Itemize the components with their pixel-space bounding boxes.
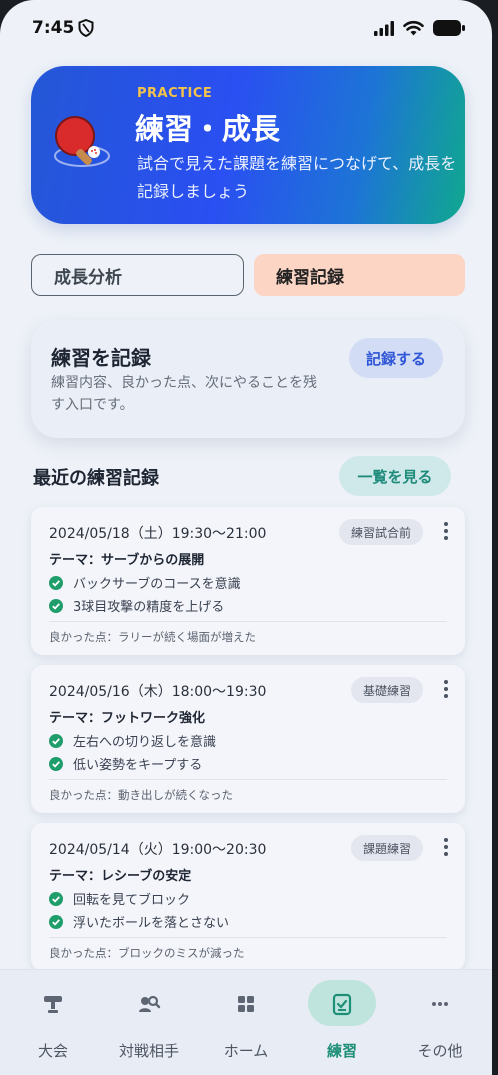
nav-label: 練習 bbox=[326, 1042, 357, 1060]
check-circle-icon bbox=[49, 598, 63, 613]
divider bbox=[49, 937, 447, 938]
more-dots-icon bbox=[432, 1002, 448, 1006]
more-vertical-icon[interactable] bbox=[443, 679, 449, 699]
log-item: 浮いたボールを落とさない bbox=[49, 910, 229, 933]
log-items: 左右への切り返しを意識 低い姿勢をキープする bbox=[49, 729, 216, 775]
shield-icon bbox=[78, 19, 94, 37]
recent-logs-title: 最近の練習記録 bbox=[33, 468, 159, 489]
status-time: 7:45 bbox=[32, 18, 75, 38]
status-bar: 7:45 bbox=[0, 0, 492, 58]
ping-pong-paddle-icon bbox=[54, 116, 110, 167]
log-theme: テーマ：サーブからの展開 bbox=[49, 553, 205, 568]
practice-log-card[interactable]: 2024/05/16（木）18:00〜19:30 基礎練習 テーマ：フットワーク… bbox=[31, 665, 465, 813]
log-items: バックサーブのコースを意識 3球目攻撃の精度を上げる bbox=[49, 571, 241, 617]
log-item-text: 回転を見てブロック bbox=[73, 893, 191, 908]
wifi-icon bbox=[403, 20, 424, 36]
log-item: バックサーブのコースを意識 bbox=[49, 571, 241, 594]
log-tag: 課題練習 bbox=[350, 835, 423, 861]
bottom-nav: 大会 対戦相手 ホーム 練習 その他 bbox=[0, 969, 492, 1075]
nav-tab-tournament[interactable]: 大会 bbox=[4, 970, 102, 1075]
nav-tab-more[interactable]: その他 bbox=[391, 970, 489, 1075]
nav-label: その他 bbox=[417, 1042, 463, 1060]
log-item-text: 低い姿勢をキープする bbox=[73, 758, 203, 773]
log-good-point: 良かった点：ラリーが続く場面が増えた bbox=[49, 630, 256, 644]
log-good-point: 良かった点：ブロックのミスが減った bbox=[49, 946, 245, 960]
nav-label: ホーム bbox=[223, 1042, 269, 1060]
more-vertical-icon[interactable] bbox=[443, 837, 449, 857]
nav-label: 大会 bbox=[37, 1042, 68, 1060]
divider bbox=[49, 779, 447, 780]
log-date: 2024/05/16（木）18:00〜19:30 bbox=[49, 684, 267, 700]
search-people-icon bbox=[139, 995, 161, 1012]
log-item-text: 浮いたボールを落とさない bbox=[73, 916, 230, 931]
trophy-icon bbox=[44, 996, 62, 1013]
nav-label: 対戦相手 bbox=[118, 1042, 179, 1060]
nav-tab-practice[interactable]: 練習 bbox=[293, 970, 391, 1075]
check-circle-icon bbox=[49, 914, 63, 929]
nav-tab-opponents[interactable]: 対戦相手 bbox=[100, 970, 198, 1075]
check-circle-icon bbox=[49, 891, 63, 906]
record-practice-card: 練習を記録 練習内容、良かった点、次にやることを残す入口です。 記録する bbox=[31, 320, 465, 438]
log-item-text: 左右への切り返しを意識 bbox=[73, 735, 217, 750]
log-date: 2024/05/14（火）19:00〜20:30 bbox=[49, 842, 267, 858]
log-items: 回転を見てブロック 浮いたボールを落とさない bbox=[49, 887, 229, 933]
log-good-point: 良かった点：動き出しが続くなった bbox=[49, 788, 233, 802]
tab-practice-log[interactable]: 練習記録 bbox=[254, 254, 465, 296]
hero-eyebrow: PRACTICE bbox=[137, 86, 213, 101]
log-theme: テーマ：レシーブの安定 bbox=[49, 869, 192, 884]
log-tag: 基礎練習 bbox=[350, 677, 423, 703]
practice-log-card[interactable]: 2024/05/18（土）19:30〜21:00 練習試合前 テーマ：サーブから… bbox=[31, 507, 465, 655]
log-item: 低い姿勢をキープする bbox=[49, 752, 216, 775]
grid-icon bbox=[238, 996, 254, 1012]
log-theme: テーマ：フットワーク強化 bbox=[49, 711, 206, 726]
app-screen: 7:45 PRACTICE 練習・成長 試合で見えた課題を練習につなげて、成長を… bbox=[0, 0, 492, 1075]
check-circle-icon bbox=[49, 575, 63, 590]
nav-tab-home[interactable]: ホーム bbox=[197, 970, 295, 1075]
log-tag: 練習試合前 bbox=[338, 519, 423, 545]
divider bbox=[49, 621, 447, 622]
log-item: 3球目攻撃の精度を上げる bbox=[49, 594, 241, 617]
tab-growth-analysis[interactable]: 成長分析 bbox=[31, 254, 244, 296]
page-title: 練習・成長 bbox=[135, 112, 281, 146]
practice-log-card[interactable]: 2024/05/14（火）19:00〜20:30 課題練習 テーマ：レシーブの安… bbox=[31, 823, 465, 971]
check-circle-icon bbox=[49, 756, 63, 771]
log-item: 左右への切り返しを意識 bbox=[49, 729, 216, 752]
log-item-text: バックサーブのコースを意識 bbox=[73, 577, 241, 592]
check-circle-icon bbox=[49, 733, 63, 748]
record-card-description: 練習内容、良かった点、次にやることを残す入口です。 bbox=[51, 375, 317, 413]
log-item-text: 3球目攻撃の精度を上げる bbox=[73, 600, 225, 615]
log-item: 回転を見てブロック bbox=[49, 887, 229, 910]
record-button[interactable]: 記録する bbox=[349, 338, 443, 378]
battery-icon bbox=[433, 20, 465, 36]
signal-icon bbox=[374, 21, 394, 36]
clipboard-check-icon bbox=[332, 993, 352, 1016]
hero-subtitle: 試合で見えた課題を練習につなげて、成長を記録しましょう bbox=[137, 154, 457, 201]
more-vertical-icon[interactable] bbox=[443, 521, 449, 541]
record-card-title: 練習を記録 bbox=[51, 346, 151, 370]
see-all-button[interactable]: 一覧を見る bbox=[339, 456, 451, 496]
log-date: 2024/05/18（土）19:30〜21:00 bbox=[49, 526, 267, 542]
hero-banner: PRACTICE 練習・成長 試合で見えた課題を練習につなげて、成長を記録しまし… bbox=[31, 66, 465, 224]
